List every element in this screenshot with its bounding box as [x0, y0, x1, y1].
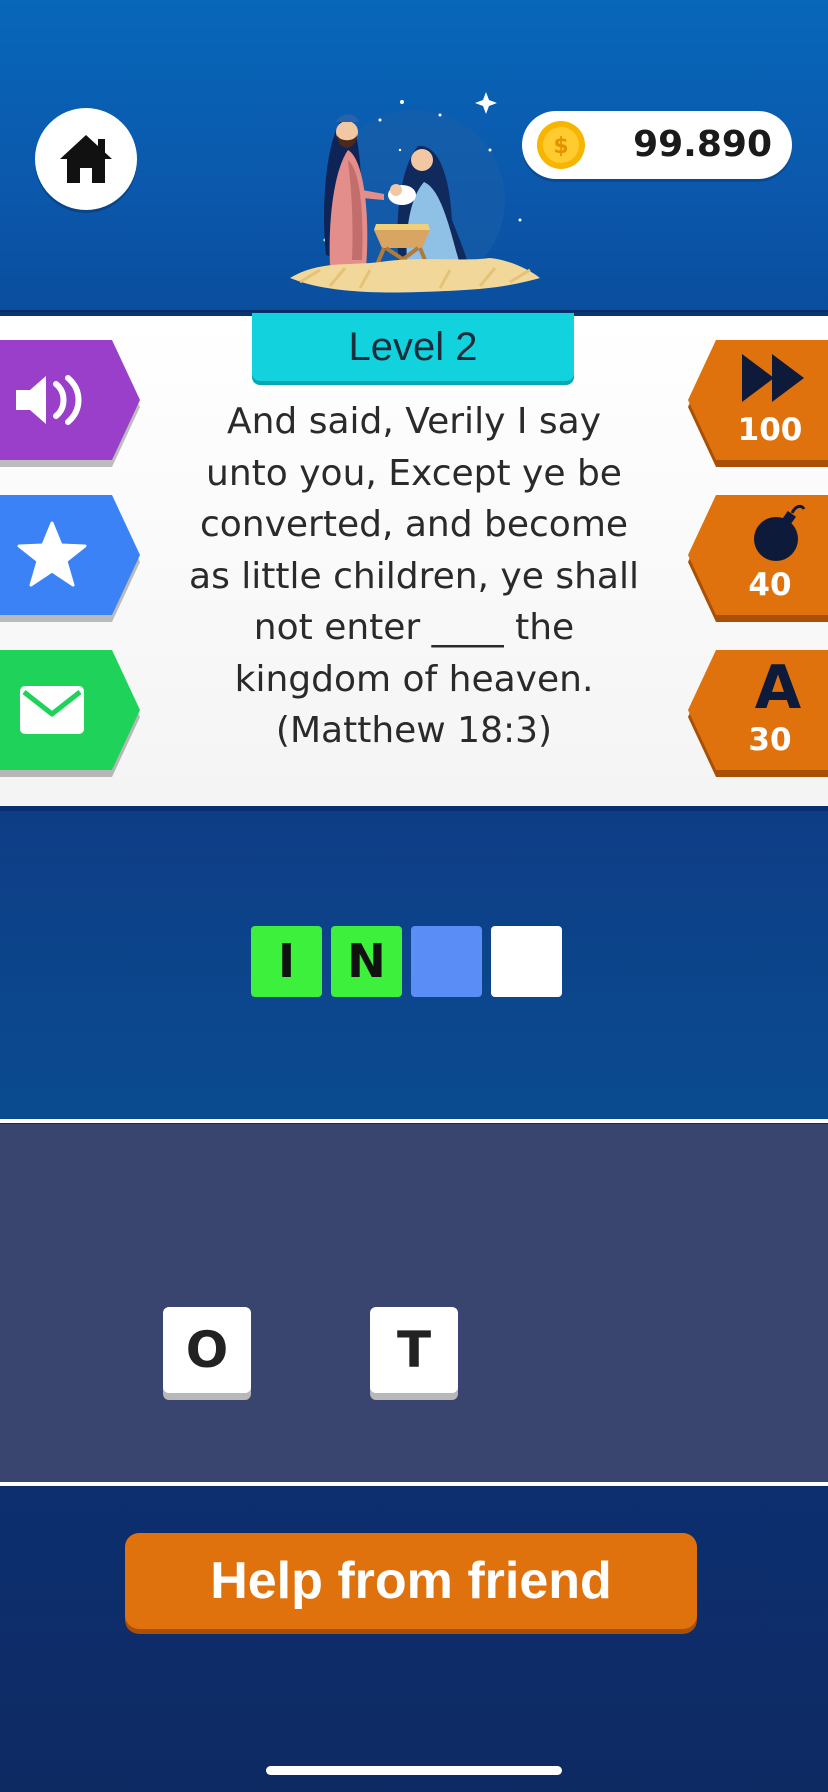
verse-line: not enter ____ the: [253, 607, 575, 648]
coin-count: 99.890: [633, 124, 772, 165]
verse-reference: (Matthew 18:3): [275, 710, 553, 751]
home-indicator[interactable]: [266, 1766, 562, 1775]
verse-text: And said, Verily I say unto you, Except …: [160, 396, 668, 757]
home-button[interactable]: [35, 108, 137, 210]
level-label: Level 2: [252, 313, 574, 381]
help-from-friend-button[interactable]: Help from friend: [125, 1533, 697, 1629]
sound-button[interactable]: [0, 340, 140, 467]
bomb-powerup[interactable]: 40: [688, 495, 828, 622]
bomb-icon: [754, 504, 806, 561]
divider: [0, 1482, 828, 1486]
answer-slot[interactable]: N: [331, 926, 402, 997]
answer-slot-selected[interactable]: [411, 926, 482, 997]
nativity-illustration: [290, 90, 550, 310]
answer-slot[interactable]: I: [251, 926, 322, 997]
letter-tile[interactable]: T: [370, 1307, 458, 1393]
divider: [0, 1119, 828, 1123]
verse-line: converted, and become: [199, 504, 629, 545]
answer-slot[interactable]: [491, 926, 562, 997]
letter-hint-powerup[interactable]: A 30: [688, 650, 828, 777]
skip-icon: [742, 354, 804, 402]
rate-button[interactable]: [0, 495, 140, 622]
skip-powerup[interactable]: 100: [688, 340, 828, 467]
coin-icon: $: [537, 121, 585, 169]
verse-line: kingdom of heaven.: [234, 658, 594, 700]
sound-icon: [16, 375, 82, 425]
letter-hint-icon: A: [754, 653, 802, 723]
bomb-cost: 40: [748, 567, 792, 603]
mail-icon: [20, 686, 84, 734]
verse-line: unto you, Except ye be: [206, 452, 622, 494]
skip-cost: 100: [737, 412, 803, 448]
star-icon: [17, 521, 87, 587]
verse-line: And said, Verily I say: [226, 401, 601, 442]
letter-tray: [0, 1124, 828, 1482]
svg-text:$: $: [553, 134, 568, 159]
letter-tile[interactable]: O: [163, 1307, 251, 1393]
mail-button[interactable]: [0, 650, 140, 777]
coin-balance: $ 99.890: [522, 111, 792, 179]
letter-hint-cost: 30: [748, 722, 792, 758]
verse-line: as little children, ye shall: [189, 555, 639, 597]
home-icon: [60, 135, 112, 183]
